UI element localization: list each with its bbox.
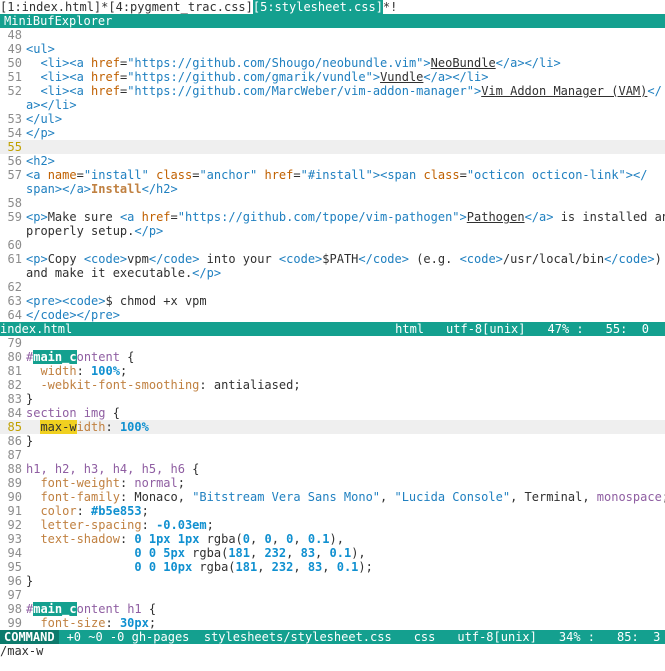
buffer-tabline: [1:index.html]*[4:pygment_trac.css][5:st… [0, 0, 665, 14]
html-status-pct: 47% : [547, 322, 584, 336]
minibuf-title: MiniBufExplorer [0, 14, 665, 28]
css-cursor-line: 85 max-width: 100% [0, 420, 665, 434]
html-status-file: index.html [0, 322, 73, 336]
command-line-input[interactable]: /max-w [0, 644, 665, 658]
buffer-tab-pygment[interactable]: [4:pygment_trac.css] [108, 0, 253, 14]
css-status-enc: utf-8[unix] [457, 630, 537, 644]
html-status-type: html [395, 322, 425, 336]
css-status-pct: 34% : [558, 630, 595, 644]
css-status-type: css [413, 630, 436, 644]
css-statusline: COMMAND +0 ~0 -0 gh-pages stylesheets/st… [0, 630, 665, 644]
css-status-pos: 85: 3 [617, 630, 661, 644]
css-status-file: stylesheets/stylesheet.css [203, 630, 392, 644]
html-status-enc: utf-8[unix] [446, 322, 526, 336]
html-status-pos: 55: 0 [605, 322, 649, 336]
buffer-tab-index[interactable]: [1:index.html]* [0, 0, 108, 14]
git-status: +0 ~0 -0 gh-pages [66, 630, 190, 644]
buffer-modified-flag: *! [382, 0, 398, 14]
css-editor-pane[interactable]: 79 80 #main_content { 81 width: 100%; 82 … [0, 336, 665, 630]
html-cursor-line: 55 [0, 140, 665, 154]
html-statusline: index.html html utf-8[unix] 47% : 55: 0 [0, 322, 665, 336]
html-editor-pane[interactable]: 48 49 <ul> 50 <li><a href="https://github… [0, 28, 665, 322]
buffer-tab-stylesheet[interactable]: [5:stylesheet.css] [252, 0, 383, 14]
mode-indicator: COMMAND [0, 630, 59, 644]
